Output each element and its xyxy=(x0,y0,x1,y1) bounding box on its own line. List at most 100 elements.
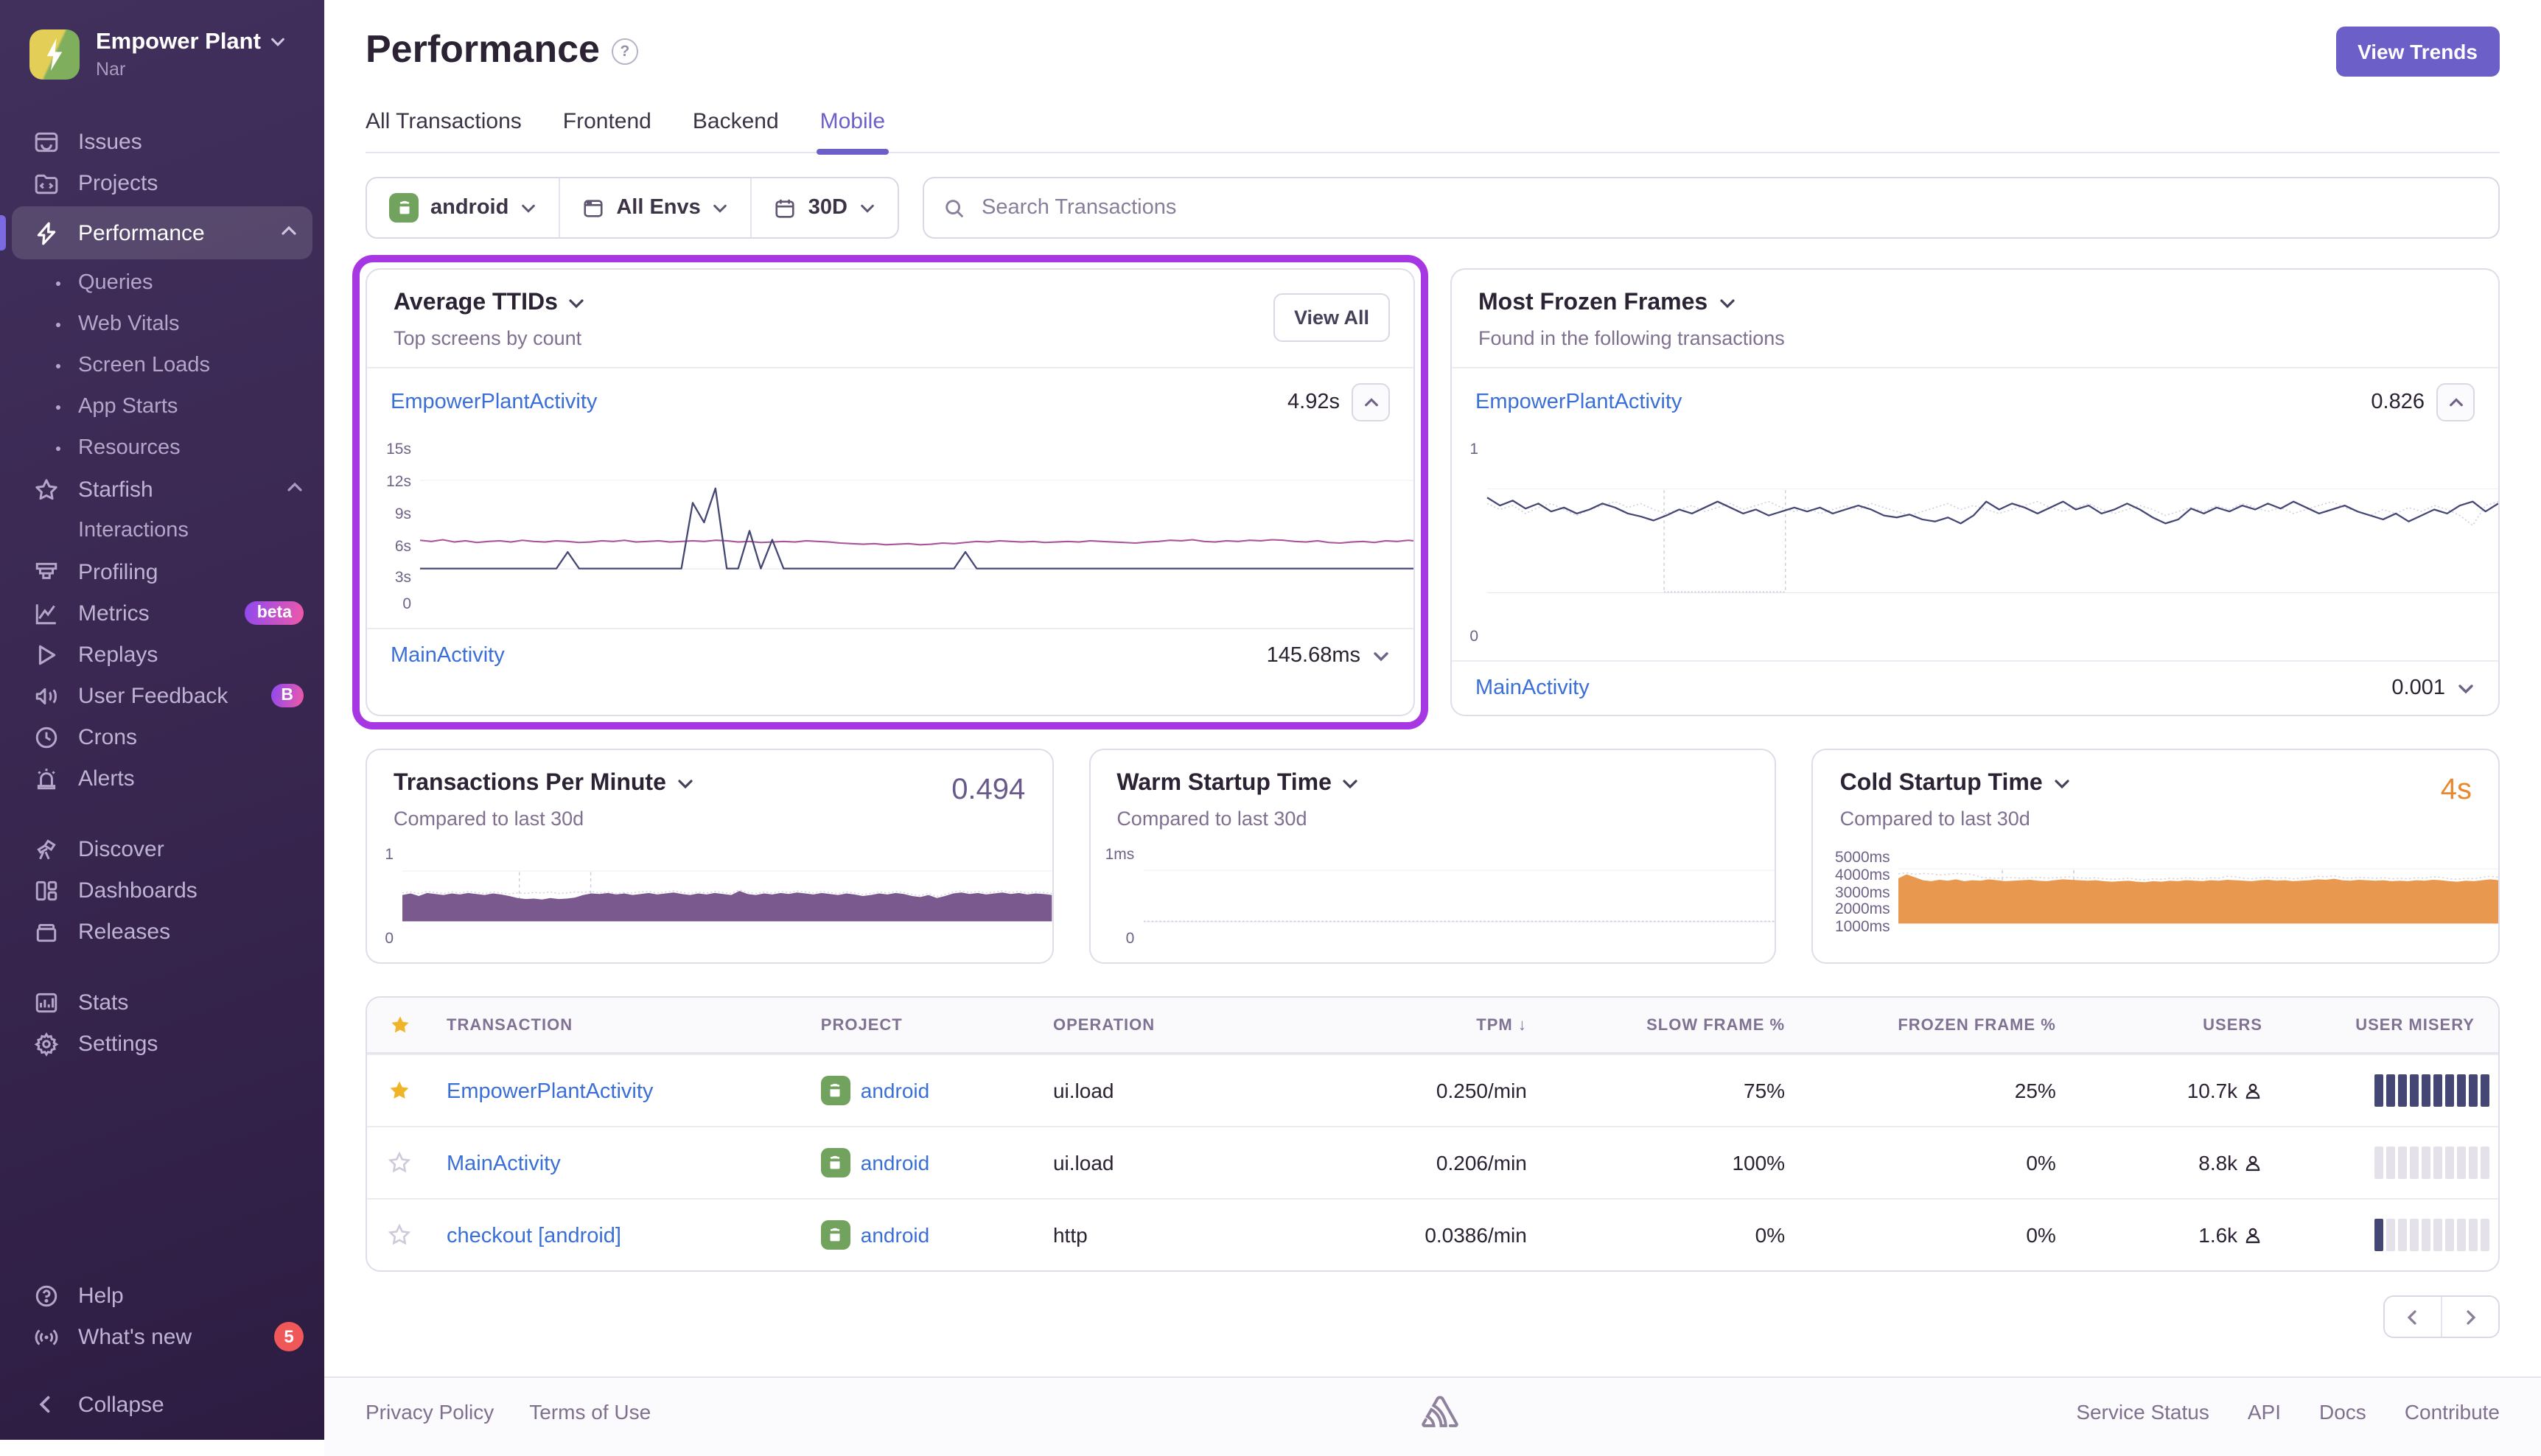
tab-all-transactions[interactable]: All Transactions xyxy=(366,109,522,152)
transaction-link[interactable]: MainActivity xyxy=(391,644,505,668)
collapse-row-button[interactable] xyxy=(2436,383,2475,421)
api-link[interactable]: API xyxy=(2248,1400,2281,1424)
expand-row-button[interactable] xyxy=(1372,647,1390,665)
sidebar-item-label: Collapse xyxy=(78,1392,164,1417)
dashboards-icon xyxy=(32,877,59,903)
view-trends-button[interactable]: View Trends xyxy=(2335,27,2500,77)
slow-frame-cell: 100% xyxy=(1542,1132,1800,1194)
y-axis-labels: 1000ms2000ms3000ms4000ms5000ms xyxy=(1822,847,1899,945)
tpm-chart: 01 xyxy=(367,844,1052,962)
chevron-down-icon xyxy=(520,200,536,216)
project-link[interactable]: android xyxy=(806,1201,1038,1269)
terms-of-use-link[interactable]: Terms of Use xyxy=(529,1400,651,1424)
whats-new-badge: 5 xyxy=(274,1322,304,1351)
sidebar-item-settings[interactable]: Settings xyxy=(0,1023,324,1064)
beta-badge: beta xyxy=(245,601,304,625)
card-title-dropdown[interactable]: Most Frozen Frames xyxy=(1478,290,2472,317)
expand-row-button[interactable] xyxy=(2457,679,2475,697)
table-row: MainActivity android ui.load 0.206/min 1… xyxy=(367,1126,2498,1198)
sidebar-item-whats-new[interactable]: What's new 5 xyxy=(0,1316,324,1357)
card-title-dropdown[interactable]: Transactions Per Minute xyxy=(394,771,1025,797)
search-input[interactable] xyxy=(979,195,2479,221)
tab-mobile[interactable]: Mobile xyxy=(820,109,885,152)
android-icon xyxy=(821,1148,850,1177)
transaction-link[interactable]: EmpowerPlantActivity xyxy=(391,391,597,414)
sidebar-item-alerts[interactable]: Alerts xyxy=(0,757,324,799)
prev-page-button[interactable] xyxy=(2385,1297,2441,1337)
transaction-link[interactable]: MainActivity xyxy=(1475,676,1590,700)
sidebar-item-metrics[interactable]: Metrics beta xyxy=(0,592,324,634)
android-icon xyxy=(389,193,419,223)
sidebar-item-profiling[interactable]: Profiling xyxy=(0,551,324,592)
frozen-frame-cell: 25% xyxy=(1800,1060,2071,1121)
project-filter[interactable]: android xyxy=(367,178,559,237)
next-page-button[interactable] xyxy=(2441,1297,2498,1337)
date-range-filter[interactable]: 30D xyxy=(751,178,898,237)
user-misery-bars xyxy=(2277,1055,2498,1126)
star-column-header[interactable] xyxy=(367,998,432,1052)
star-toggle[interactable] xyxy=(367,1132,432,1194)
sidebar-item-app-starts[interactable]: App Starts xyxy=(0,386,324,427)
sidebar-item-releases[interactable]: Releases xyxy=(0,911,324,952)
environment-filter[interactable]: All Envs xyxy=(559,178,750,237)
sidebar-item-discover[interactable]: Discover xyxy=(0,828,324,869)
sidebar-item-replays[interactable]: Replays xyxy=(0,634,324,675)
tab-frontend[interactable]: Frontend xyxy=(563,109,651,152)
column-header[interactable]: OPERATION xyxy=(1038,1000,1284,1050)
search-transactions[interactable] xyxy=(923,177,2500,239)
privacy-policy-link[interactable]: Privacy Policy xyxy=(366,1400,494,1424)
sidebar-item-resources[interactable]: Resources xyxy=(0,427,324,469)
column-header[interactable]: TRANSACTION xyxy=(432,1000,806,1050)
column-header[interactable]: FROZEN FRAME % xyxy=(1800,1000,2071,1050)
active-indicator xyxy=(0,215,6,251)
contribute-link[interactable]: Contribute xyxy=(2405,1400,2500,1424)
sidebar-item-performance[interactable]: Performance xyxy=(12,206,312,259)
card-title-dropdown[interactable]: Average TTIDs xyxy=(394,290,1387,317)
sidebar-item-projects[interactable]: Projects xyxy=(0,162,324,203)
tab-backend[interactable]: Backend xyxy=(693,109,779,152)
transaction-link[interactable]: checkout [android] xyxy=(447,1224,621,1247)
sidebar-item-crons[interactable]: Crons xyxy=(0,716,324,757)
sidebar-item-dashboards[interactable]: Dashboards xyxy=(0,869,324,911)
performance-icon xyxy=(32,220,59,246)
column-header[interactable]: SLOW FRAME % xyxy=(1542,1000,1800,1050)
sidebar-collapse-button[interactable]: Collapse xyxy=(0,1384,324,1425)
column-header[interactable]: USERS xyxy=(2071,1000,2277,1050)
star-toggle[interactable] xyxy=(367,1060,432,1121)
project-link[interactable]: android xyxy=(806,1057,1038,1124)
collapse-row-button[interactable] xyxy=(1352,383,1390,421)
sidebar-item-stats[interactable]: Stats xyxy=(0,981,324,1023)
operation-cell: ui.load xyxy=(1038,1060,1284,1121)
page-help-icon[interactable]: ? xyxy=(612,38,638,65)
sidebar-item-issues[interactable]: Issues xyxy=(0,121,324,162)
service-status-link[interactable]: Service Status xyxy=(2076,1400,2209,1424)
sidebar-item-queries[interactable]: Queries xyxy=(0,262,324,304)
sidebar: Empower Plant Nar Issues Projects Perfor… xyxy=(0,0,324,1440)
play-icon xyxy=(32,641,59,668)
column-header[interactable]: USER MISERY xyxy=(2277,1000,2498,1050)
column-header[interactable]: PROJECT xyxy=(806,1000,1038,1050)
sidebar-item-interactions[interactable]: Interactions xyxy=(0,510,324,551)
metrics-icon xyxy=(32,600,59,626)
chevron-up-icon xyxy=(286,477,304,502)
org-switcher[interactable]: Empower Plant Nar xyxy=(0,0,324,100)
users-cell: 10.7k xyxy=(2071,1060,2277,1121)
sidebar-item-web-vitals[interactable]: Web Vitals xyxy=(0,304,324,345)
card-title-dropdown[interactable]: Cold Startup Time xyxy=(1840,771,2472,797)
siren-icon xyxy=(32,765,59,791)
transaction-link[interactable]: MainActivity xyxy=(447,1152,561,1175)
column-header-sorted[interactable]: TPM ↓ xyxy=(1284,1000,1542,1050)
chevron-down-icon xyxy=(859,200,875,216)
project-link[interactable]: android xyxy=(806,1129,1038,1197)
card-title-dropdown[interactable]: Warm Startup Time xyxy=(1116,771,1748,797)
view-all-button[interactable]: View All xyxy=(1273,293,1390,342)
sidebar-item-screen-loads[interactable]: Screen Loads xyxy=(0,345,324,386)
sidebar-item-starfish[interactable]: Starfish xyxy=(0,469,324,510)
sidebar-item-label: Performance xyxy=(78,220,205,245)
star-toggle[interactable] xyxy=(367,1204,432,1266)
sidebar-item-help[interactable]: Help xyxy=(0,1275,324,1316)
docs-link[interactable]: Docs xyxy=(2319,1400,2366,1424)
transaction-link[interactable]: EmpowerPlantActivity xyxy=(1475,391,1682,414)
transaction-link[interactable]: EmpowerPlantActivity xyxy=(447,1079,653,1103)
sidebar-item-user-feedback[interactable]: User Feedback B xyxy=(0,675,324,716)
